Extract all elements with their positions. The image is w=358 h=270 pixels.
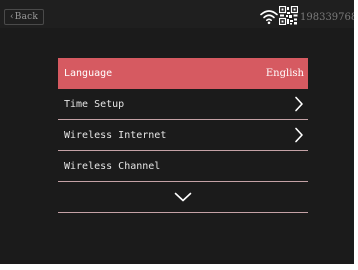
menu-item-label: Wireless Internet — [64, 129, 167, 141]
back-button[interactable]: ‹ Back — [4, 9, 44, 25]
menu-item-language[interactable]: Language English — [58, 58, 308, 89]
scroll-down-button[interactable] — [58, 182, 308, 213]
qr-code-icon[interactable] — [279, 6, 298, 25]
chevron-left-icon: ‹ — [9, 12, 14, 22]
menu-item-label: Language — [64, 67, 113, 79]
chevron-down-icon — [174, 192, 192, 202]
wifi-icon — [260, 10, 278, 25]
language-value: English — [265, 67, 304, 79]
settings-screen: ‹ Back 19833976 Language English Time Se… — [0, 0, 354, 264]
back-button-label: Back — [14, 12, 39, 22]
top-bar: ‹ Back 19833976 — [0, 0, 354, 28]
device-id: 1983397686 — [300, 12, 354, 23]
menu-item-label: Wireless Channel — [64, 160, 161, 172]
chevron-right-icon — [295, 96, 303, 112]
settings-menu: Language English Time Setup Wireless Int… — [58, 58, 308, 213]
menu-item-wireless-channel[interactable]: Wireless Channel — [58, 151, 308, 182]
menu-item-wireless-internet[interactable]: Wireless Internet — [58, 120, 308, 151]
menu-item-time-setup[interactable]: Time Setup — [58, 89, 308, 120]
chevron-right-icon — [295, 127, 303, 143]
menu-item-label: Time Setup — [64, 98, 125, 110]
